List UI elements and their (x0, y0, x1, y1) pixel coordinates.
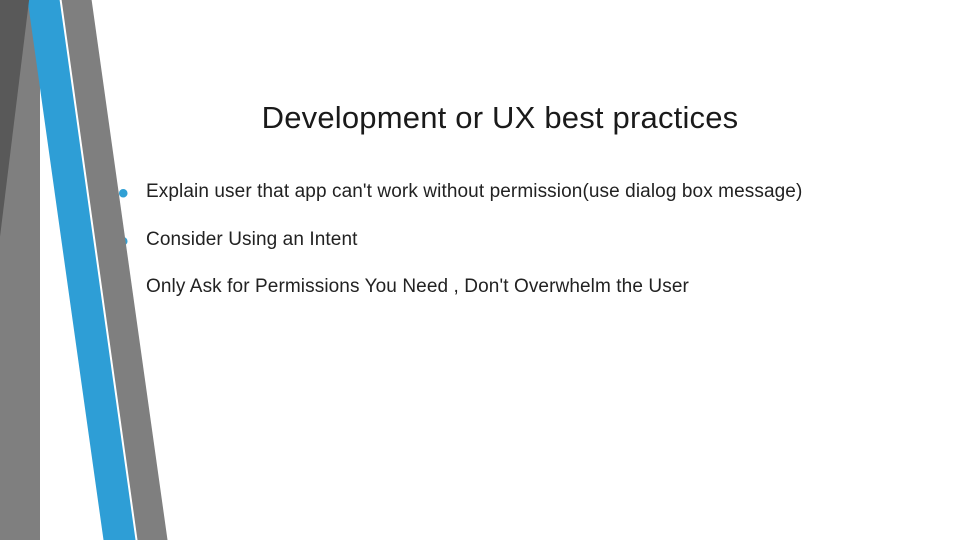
bullet-item: Explain user that app can't work without… (118, 178, 930, 206)
slide-content: Development or UX best practices Explain… (110, 0, 930, 540)
bullet-list: Explain user that app can't work without… (118, 178, 930, 301)
bullet-item: Only Ask for Permissions You Need , Don'… (118, 273, 930, 301)
slide-title: Development or UX best practices (110, 100, 930, 136)
bullet-item: Consider Using an Intent (118, 226, 930, 254)
